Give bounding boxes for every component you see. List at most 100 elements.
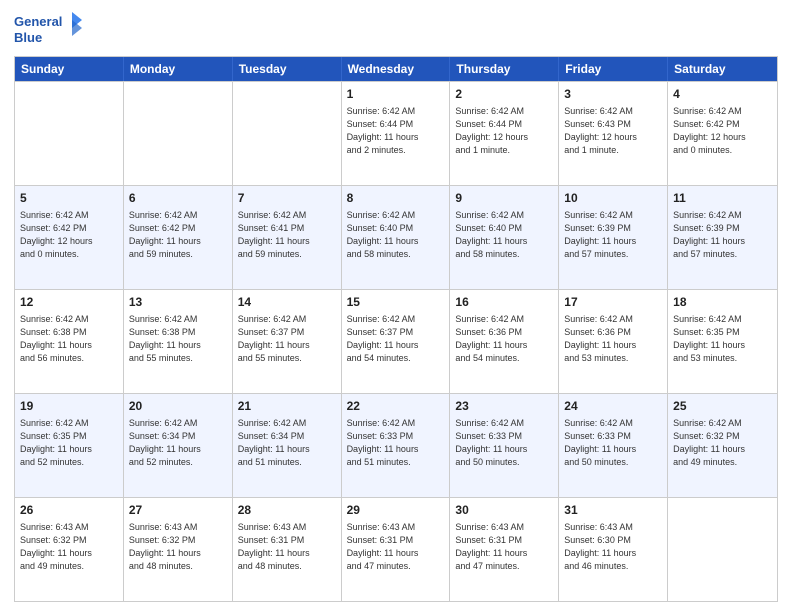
calendar-cell: 15 Sunrise: 6:42 AMSunset: 6:37 PMDayligh… (342, 290, 451, 393)
day-number: 24 (564, 398, 662, 415)
day-number: 1 (347, 86, 445, 103)
day-number: 17 (564, 294, 662, 311)
day-number: 7 (238, 190, 336, 207)
day-number: 10 (564, 190, 662, 207)
day-number: 9 (455, 190, 553, 207)
header-day-saturday: Saturday (668, 57, 777, 81)
calendar-cell: 6 Sunrise: 6:42 AMSunset: 6:42 PMDaylight… (124, 186, 233, 289)
cell-info: Sunrise: 6:42 AMSunset: 6:33 PMDaylight:… (564, 417, 662, 469)
calendar-cell: 2 Sunrise: 6:42 AMSunset: 6:44 PMDaylight… (450, 82, 559, 185)
calendar-cell: 13 Sunrise: 6:42 AMSunset: 6:38 PMDayligh… (124, 290, 233, 393)
cell-info: Sunrise: 6:43 AMSunset: 6:32 PMDaylight:… (20, 521, 118, 573)
day-number: 21 (238, 398, 336, 415)
calendar-cell: 28 Sunrise: 6:43 AMSunset: 6:31 PMDayligh… (233, 498, 342, 601)
day-number: 11 (673, 190, 772, 207)
calendar-row-4: 26 Sunrise: 6:43 AMSunset: 6:32 PMDayligh… (15, 497, 777, 601)
calendar-cell: 3 Sunrise: 6:42 AMSunset: 6:43 PMDaylight… (559, 82, 668, 185)
calendar-cell: 24 Sunrise: 6:42 AMSunset: 6:33 PMDayligh… (559, 394, 668, 497)
cell-info: Sunrise: 6:42 AMSunset: 6:42 PMDaylight:… (20, 209, 118, 261)
cell-info: Sunrise: 6:42 AMSunset: 6:39 PMDaylight:… (564, 209, 662, 261)
calendar-cell (124, 82, 233, 185)
day-number: 6 (129, 190, 227, 207)
day-number: 25 (673, 398, 772, 415)
cell-info: Sunrise: 6:43 AMSunset: 6:31 PMDaylight:… (347, 521, 445, 573)
cell-info: Sunrise: 6:42 AMSunset: 6:37 PMDaylight:… (238, 313, 336, 365)
calendar-cell: 20Sunrise: 6:42 AMSunset: 6:34 PMDayligh… (124, 394, 233, 497)
logo-svg: General Blue (14, 10, 84, 50)
calendar-cell: 27Sunrise: 6:43 AMSunset: 6:32 PMDayligh… (124, 498, 233, 601)
calendar-cell: 22 Sunrise: 6:42 AMSunset: 6:33 PMDayligh… (342, 394, 451, 497)
day-number: 16 (455, 294, 553, 311)
cell-info: Sunrise: 6:42 AMSunset: 6:40 PMDaylight:… (455, 209, 553, 261)
cell-info: Sunrise: 6:42 AMSunset: 6:35 PMDaylight:… (20, 417, 118, 469)
svg-text:General: General (14, 14, 62, 29)
day-number: 5 (20, 190, 118, 207)
calendar-cell: 29 Sunrise: 6:43 AMSunset: 6:31 PMDayligh… (342, 498, 451, 601)
day-number: 18 (673, 294, 772, 311)
header-day-wednesday: Wednesday (342, 57, 451, 81)
day-number: 31 (564, 502, 662, 519)
calendar-cell: 23 Sunrise: 6:42 AMSunset: 6:33 PMDayligh… (450, 394, 559, 497)
cell-info: Sunrise: 6:42 AMSunset: 6:38 PMDaylight:… (129, 313, 227, 365)
day-number: 28 (238, 502, 336, 519)
cell-info: Sunrise: 6:42 AMSunset: 6:44 PMDaylight:… (455, 105, 553, 157)
header-day-monday: Monday (124, 57, 233, 81)
day-number: 15 (347, 294, 445, 311)
cell-info: Sunrise: 6:42 AMSunset: 6:42 PMDaylight:… (129, 209, 227, 261)
calendar-cell: 17 Sunrise: 6:42 AMSunset: 6:36 PMDayligh… (559, 290, 668, 393)
calendar-body: 1 Sunrise: 6:42 AMSunset: 6:44 PMDaylight… (15, 81, 777, 601)
calendar-cell: 11 Sunrise: 6:42 AMSunset: 6:39 PMDayligh… (668, 186, 777, 289)
cell-info: Sunrise: 6:42 AMSunset: 6:39 PMDaylight:… (673, 209, 772, 261)
cell-info: Sunrise: 6:42 AMSunset: 6:43 PMDaylight:… (564, 105, 662, 157)
cell-info: Sunrise: 6:42 AMSunset: 6:44 PMDaylight:… (347, 105, 445, 157)
calendar-cell: 18 Sunrise: 6:42 AMSunset: 6:35 PMDayligh… (668, 290, 777, 393)
calendar-cell: 19 Sunrise: 6:42 AMSunset: 6:35 PMDayligh… (15, 394, 124, 497)
day-number: 26 (20, 502, 118, 519)
calendar-cell (233, 82, 342, 185)
calendar-cell: 25Sunrise: 6:42 AMSunset: 6:32 PMDayligh… (668, 394, 777, 497)
svg-text:Blue: Blue (14, 30, 42, 45)
cell-info: Sunrise: 6:42 AMSunset: 6:37 PMDaylight:… (347, 313, 445, 365)
cell-info: Sunrise: 6:42 AMSunset: 6:36 PMDaylight:… (564, 313, 662, 365)
calendar-cell: 5 Sunrise: 6:42 AMSunset: 6:42 PMDaylight… (15, 186, 124, 289)
day-number: 4 (673, 86, 772, 103)
header-day-thursday: Thursday (450, 57, 559, 81)
cell-info: Sunrise: 6:42 AMSunset: 6:35 PMDaylight:… (673, 313, 772, 365)
cell-info: Sunrise: 6:42 AMSunset: 6:38 PMDaylight:… (20, 313, 118, 365)
day-number: 2 (455, 86, 553, 103)
cell-info: Sunrise: 6:42 AMSunset: 6:33 PMDaylight:… (455, 417, 553, 469)
page-header: General Blue (14, 10, 778, 50)
calendar-cell: 7 Sunrise: 6:42 AMSunset: 6:41 PMDaylight… (233, 186, 342, 289)
calendar-header: SundayMondayTuesdayWednesdayThursdayFrid… (15, 57, 777, 81)
day-number: 27 (129, 502, 227, 519)
calendar: SundayMondayTuesdayWednesdayThursdayFrid… (14, 56, 778, 602)
day-number: 19 (20, 398, 118, 415)
calendar-row-0: 1 Sunrise: 6:42 AMSunset: 6:44 PMDaylight… (15, 81, 777, 185)
calendar-cell: 14Sunrise: 6:42 AMSunset: 6:37 PMDayligh… (233, 290, 342, 393)
calendar-row-3: 19 Sunrise: 6:42 AMSunset: 6:35 PMDayligh… (15, 393, 777, 497)
calendar-cell: 9 Sunrise: 6:42 AMSunset: 6:40 PMDaylight… (450, 186, 559, 289)
day-number: 23 (455, 398, 553, 415)
day-number: 8 (347, 190, 445, 207)
day-number: 12 (20, 294, 118, 311)
calendar-cell: 30Sunrise: 6:43 AMSunset: 6:31 PMDayligh… (450, 498, 559, 601)
day-number: 13 (129, 294, 227, 311)
cell-info: Sunrise: 6:43 AMSunset: 6:31 PMDaylight:… (238, 521, 336, 573)
header-day-sunday: Sunday (15, 57, 124, 81)
calendar-cell: 21 Sunrise: 6:42 AMSunset: 6:34 PMDayligh… (233, 394, 342, 497)
calendar-cell (668, 498, 777, 601)
logo: General Blue (14, 10, 84, 50)
calendar-cell: 12 Sunrise: 6:42 AMSunset: 6:38 PMDayligh… (15, 290, 124, 393)
cell-info: Sunrise: 6:43 AMSunset: 6:30 PMDaylight:… (564, 521, 662, 573)
cell-info: Sunrise: 6:42 AMSunset: 6:33 PMDaylight:… (347, 417, 445, 469)
cell-info: Sunrise: 6:42 AMSunset: 6:34 PMDaylight:… (238, 417, 336, 469)
calendar-cell: 26 Sunrise: 6:43 AMSunset: 6:32 PMDayligh… (15, 498, 124, 601)
calendar-cell: 8Sunrise: 6:42 AMSunset: 6:40 PMDaylight… (342, 186, 451, 289)
cell-info: Sunrise: 6:42 AMSunset: 6:41 PMDaylight:… (238, 209, 336, 261)
day-number: 29 (347, 502, 445, 519)
day-number: 3 (564, 86, 662, 103)
day-number: 22 (347, 398, 445, 415)
calendar-row-1: 5 Sunrise: 6:42 AMSunset: 6:42 PMDaylight… (15, 185, 777, 289)
calendar-cell: 16Sunrise: 6:42 AMSunset: 6:36 PMDayligh… (450, 290, 559, 393)
calendar-cell: 4Sunrise: 6:42 AMSunset: 6:42 PMDaylight… (668, 82, 777, 185)
